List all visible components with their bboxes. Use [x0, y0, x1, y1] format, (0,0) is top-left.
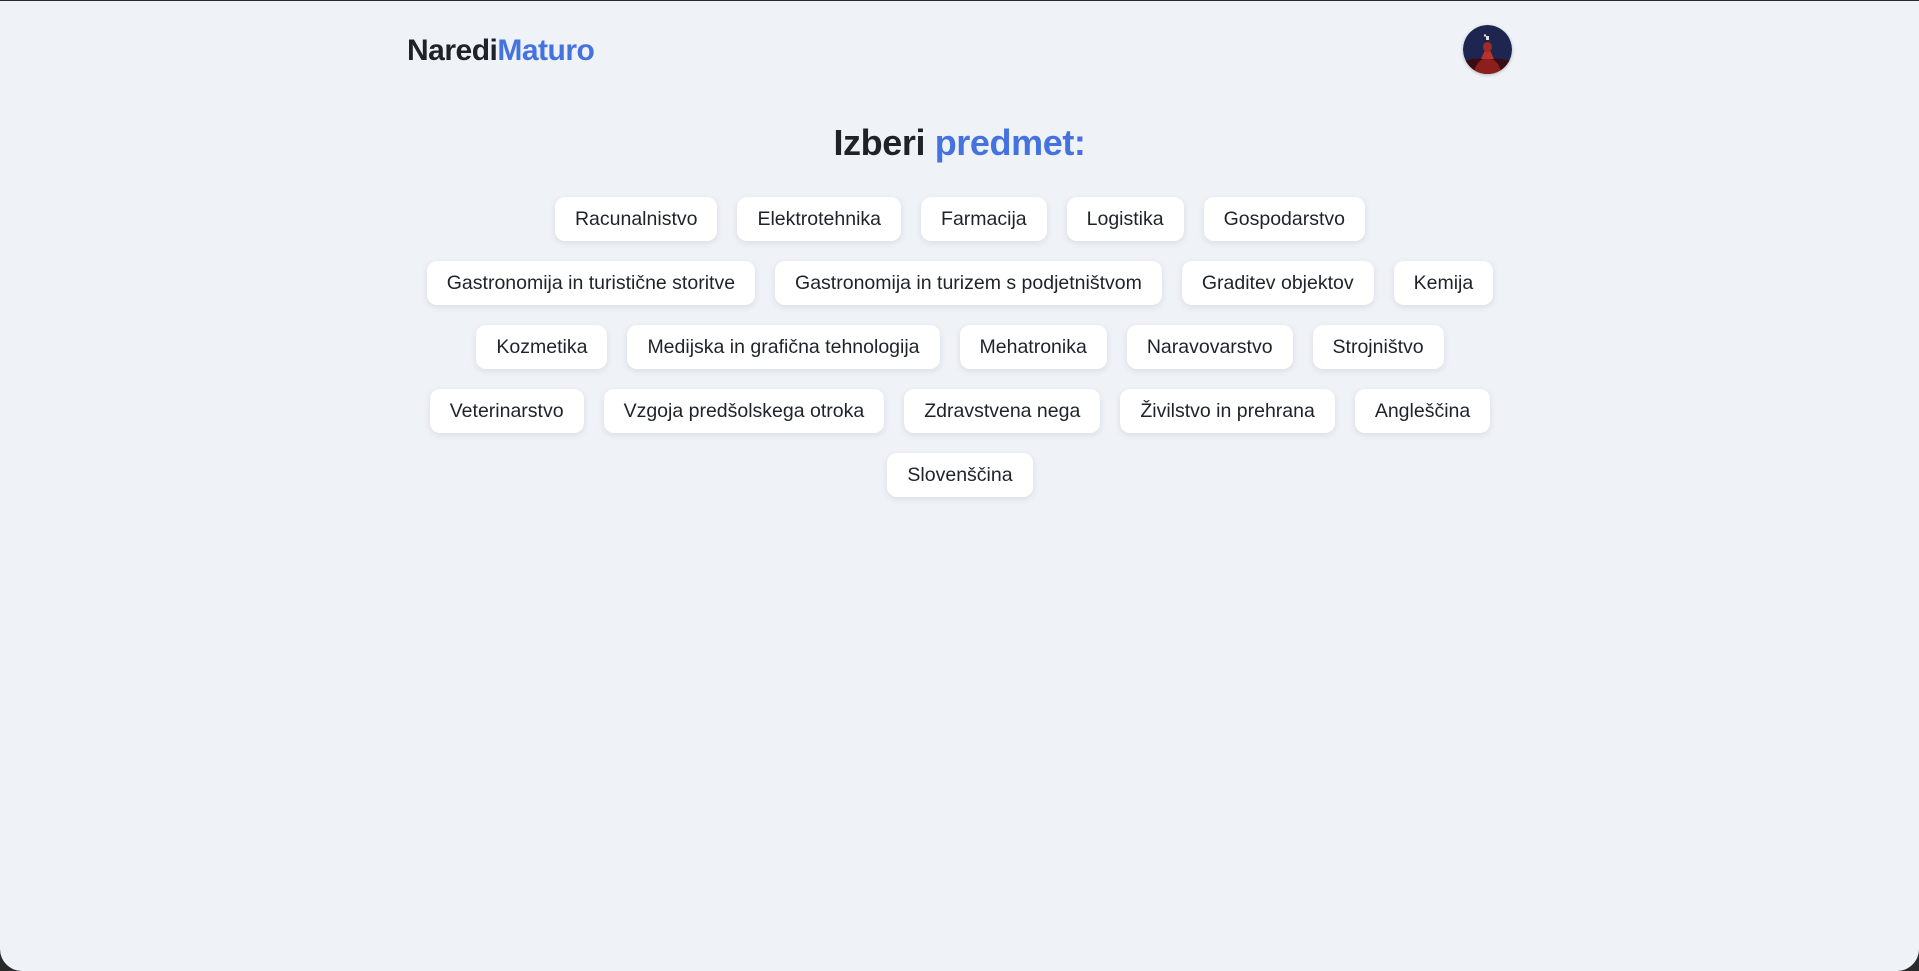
logo-text-primary: Naredi: [407, 34, 498, 67]
app-window: NarediMaturo Izberi predmet: Racunalnist…: [0, 1, 1919, 971]
page-title: Izberi predmet:: [0, 119, 1919, 167]
subject-button[interactable]: Gastronomija in turizem s podjetništvom: [775, 261, 1162, 305]
subject-button[interactable]: Veterinarstvo: [429, 389, 584, 433]
subject-button[interactable]: Medijska in grafična tehnologija: [627, 325, 940, 369]
subject-button[interactable]: Kozmetika: [476, 325, 608, 369]
subject-button[interactable]: Kemija: [1393, 261, 1494, 305]
subject-button[interactable]: Racunalnistvo: [554, 197, 718, 241]
title-text: Izberi: [833, 122, 926, 163]
header: NarediMaturo: [407, 25, 1513, 75]
subject-button[interactable]: Naravovarstvo: [1126, 325, 1293, 369]
logo-text-accent: Maturo: [497, 34, 595, 67]
subject-button[interactable]: Vzgoja predšolskega otroka: [603, 389, 885, 433]
subject-button[interactable]: Gastronomija in turistične storitve: [426, 261, 756, 305]
subject-button[interactable]: Farmacija: [921, 197, 1047, 241]
subject-button[interactable]: Zdravstvena nega: [904, 389, 1101, 433]
subject-button[interactable]: Graditev objektov: [1181, 261, 1374, 305]
subject-row: Racunalnistvo Elektrotehnika Farmacija Logi…: [554, 197, 1366, 241]
subject-row: Veterinarstvo Vzgoja predšolskega otroka Z…: [429, 389, 1491, 433]
subject-row: Kozmetika Medijska in grafična tehnologij…: [476, 325, 1444, 369]
subject-row: Gastronomija in turistične storitve Gastr…: [426, 261, 1494, 305]
subject-button[interactable]: Slovenščina: [887, 453, 1033, 497]
subject-button[interactable]: Angleščina: [1354, 389, 1491, 433]
subject-list: Racunalnistvo Elektrotehnika Farmacija Logi…: [407, 197, 1513, 497]
subject-row: Slovenščina: [887, 453, 1033, 497]
subject-button[interactable]: Mehatronika: [959, 325, 1107, 369]
subject-button[interactable]: Živilstvo in prehrana: [1120, 389, 1335, 433]
subject-button[interactable]: Logistika: [1066, 197, 1184, 241]
logo[interactable]: NarediMaturo: [407, 34, 595, 68]
subject-button[interactable]: Strojništvo: [1312, 325, 1444, 369]
subject-button[interactable]: Gospodarstvo: [1203, 197, 1366, 241]
user-avatar-icon[interactable]: [1463, 25, 1512, 74]
title-text-accent: predmet:: [934, 122, 1086, 163]
subject-button[interactable]: Elektrotehnika: [737, 197, 902, 241]
